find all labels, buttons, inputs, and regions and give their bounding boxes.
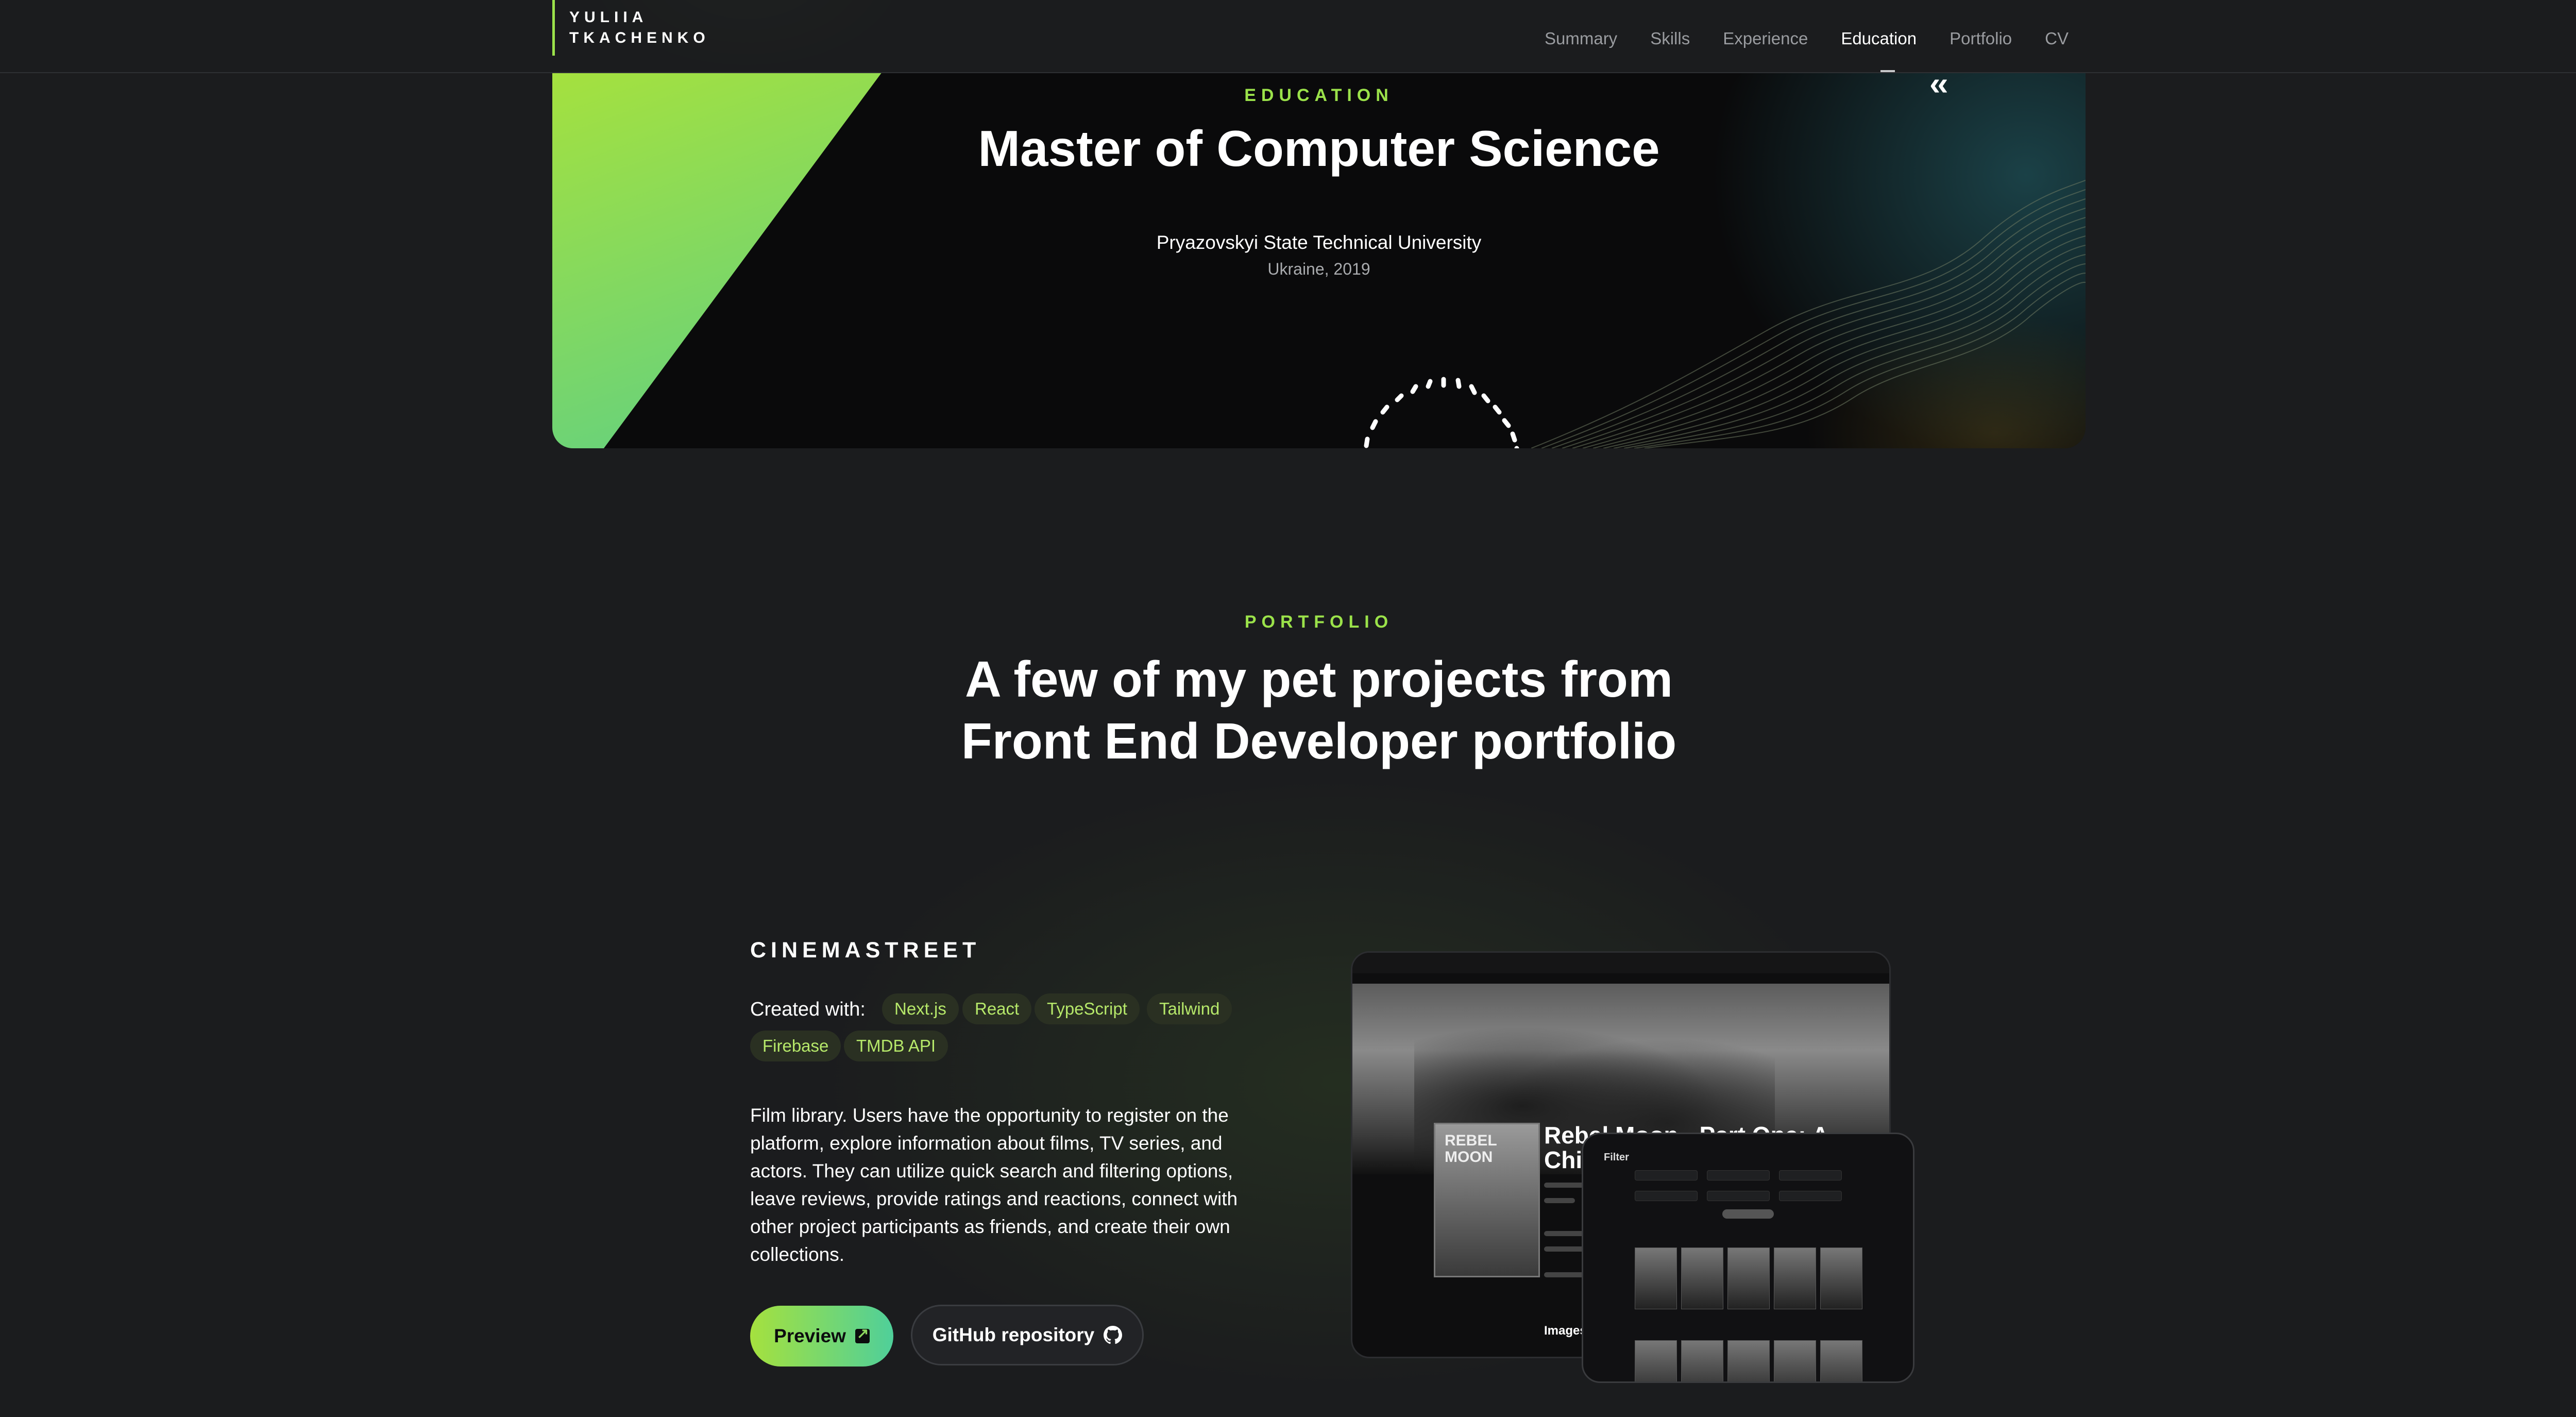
portfolio-title-line1: A few of my pet projects from	[964, 651, 1673, 707]
mockup-movie-card	[1820, 1340, 1862, 1381]
mockup-movie-card	[1774, 1247, 1816, 1309]
location-year: Ukraine, 2019	[1267, 260, 1370, 278]
preview-button[interactable]: Preview	[750, 1306, 893, 1367]
project-description: Film library. Users have the opportunity…	[750, 1105, 1238, 1265]
education-card: EDUCATION Master of Computer Science Pry…	[552, 72, 2086, 448]
logo-first-name: YULIIA	[569, 9, 648, 26]
main-nav: Summary Skills Experience Education Port…	[1545, 29, 2069, 48]
mockup-movie-card	[1774, 1340, 1816, 1381]
nav-summary[interactable]: Summary	[1545, 29, 1617, 48]
nav-experience[interactable]: Experience	[1723, 29, 1808, 48]
mockup-filter-field	[1779, 1170, 1842, 1180]
github-button-label: GitHub repository	[932, 1324, 1095, 1345]
mockup-movie-poster: REBEL MOON	[1434, 1123, 1540, 1277]
mockup-movie-card	[1635, 1247, 1677, 1309]
tech-tag: TMDB API	[844, 1031, 948, 1061]
nav-education[interactable]: Education	[1841, 29, 1917, 48]
mockup-movie-card	[1727, 1247, 1770, 1309]
mockup-movie-card	[1681, 1340, 1723, 1381]
logo-last-name: TKACHENKO	[569, 29, 710, 46]
tech-tag: Next.js	[882, 993, 959, 1024]
degree-title: Master of Computer Science	[978, 120, 1660, 177]
project-name: CINEMASTREET	[750, 938, 981, 963]
mockup-filter-button	[1722, 1209, 1774, 1219]
mockup-poster-text: REBEL MOON	[1445, 1132, 1497, 1166]
external-link-icon	[855, 1325, 870, 1343]
mockup-text-line	[1544, 1198, 1575, 1203]
tech-tag: Firebase	[750, 1031, 841, 1061]
mockup-filter-field	[1635, 1191, 1698, 1201]
logo[interactable]: YULIIA TKACHENKO	[552, 0, 710, 56]
nav-skills[interactable]: Skills	[1650, 29, 1690, 48]
github-repository-button[interactable]: GitHub repository	[911, 1305, 1144, 1365]
tablet-screenshot-mockup: Filter	[1582, 1133, 1914, 1383]
mockup-movie-card	[1820, 1247, 1862, 1309]
mockup-movie-card	[1681, 1247, 1723, 1309]
university-name: Pryazovskyi State Technical University	[1156, 232, 1482, 253]
wave-lines-decoration	[1531, 180, 2086, 448]
slider-indicator	[1880, 70, 1895, 72]
portfolio-title: A few of my pet projects from Front End …	[0, 648, 2576, 772]
github-icon	[1104, 1326, 1123, 1344]
created-with-label: Created with:	[750, 999, 866, 1020]
portfolio-eyebrow: PORTFOLIO	[1244, 612, 1394, 632]
mockup-filter-field	[1779, 1191, 1842, 1201]
mockup-movie-card	[1727, 1340, 1770, 1381]
mockup-filter-heading: Filter	[1604, 1152, 1629, 1163]
mockup-filter-field	[1707, 1170, 1770, 1180]
mockup-images-heading: Images	[1544, 1324, 1587, 1338]
mockup-navbar	[1352, 953, 1889, 973]
mockup-filter-field	[1707, 1191, 1770, 1201]
nav-portfolio[interactable]: Portfolio	[1950, 29, 2012, 48]
nav-cv[interactable]: CV	[2045, 29, 2069, 48]
portfolio-title-line2: Front End Developer portfolio	[961, 713, 1677, 769]
site-header: YULIIA TKACHENKO Summary Skills Experien…	[0, 0, 2576, 73]
tech-tag: TypeScript	[1035, 993, 1140, 1024]
mockup-text-line	[1544, 1272, 1585, 1277]
mockup-movie-card	[1635, 1340, 1677, 1381]
double-chevron-left-icon[interactable]: ‹‹	[1929, 64, 1948, 103]
tech-tag: React	[962, 993, 1032, 1024]
loader-dashes-decoration	[1364, 377, 1519, 448]
preview-button-label: Preview	[774, 1325, 846, 1346]
education-eyebrow: EDUCATION	[1244, 86, 1394, 105]
mockup-filter-field	[1635, 1170, 1698, 1180]
tech-tag: Tailwind	[1147, 993, 1232, 1024]
